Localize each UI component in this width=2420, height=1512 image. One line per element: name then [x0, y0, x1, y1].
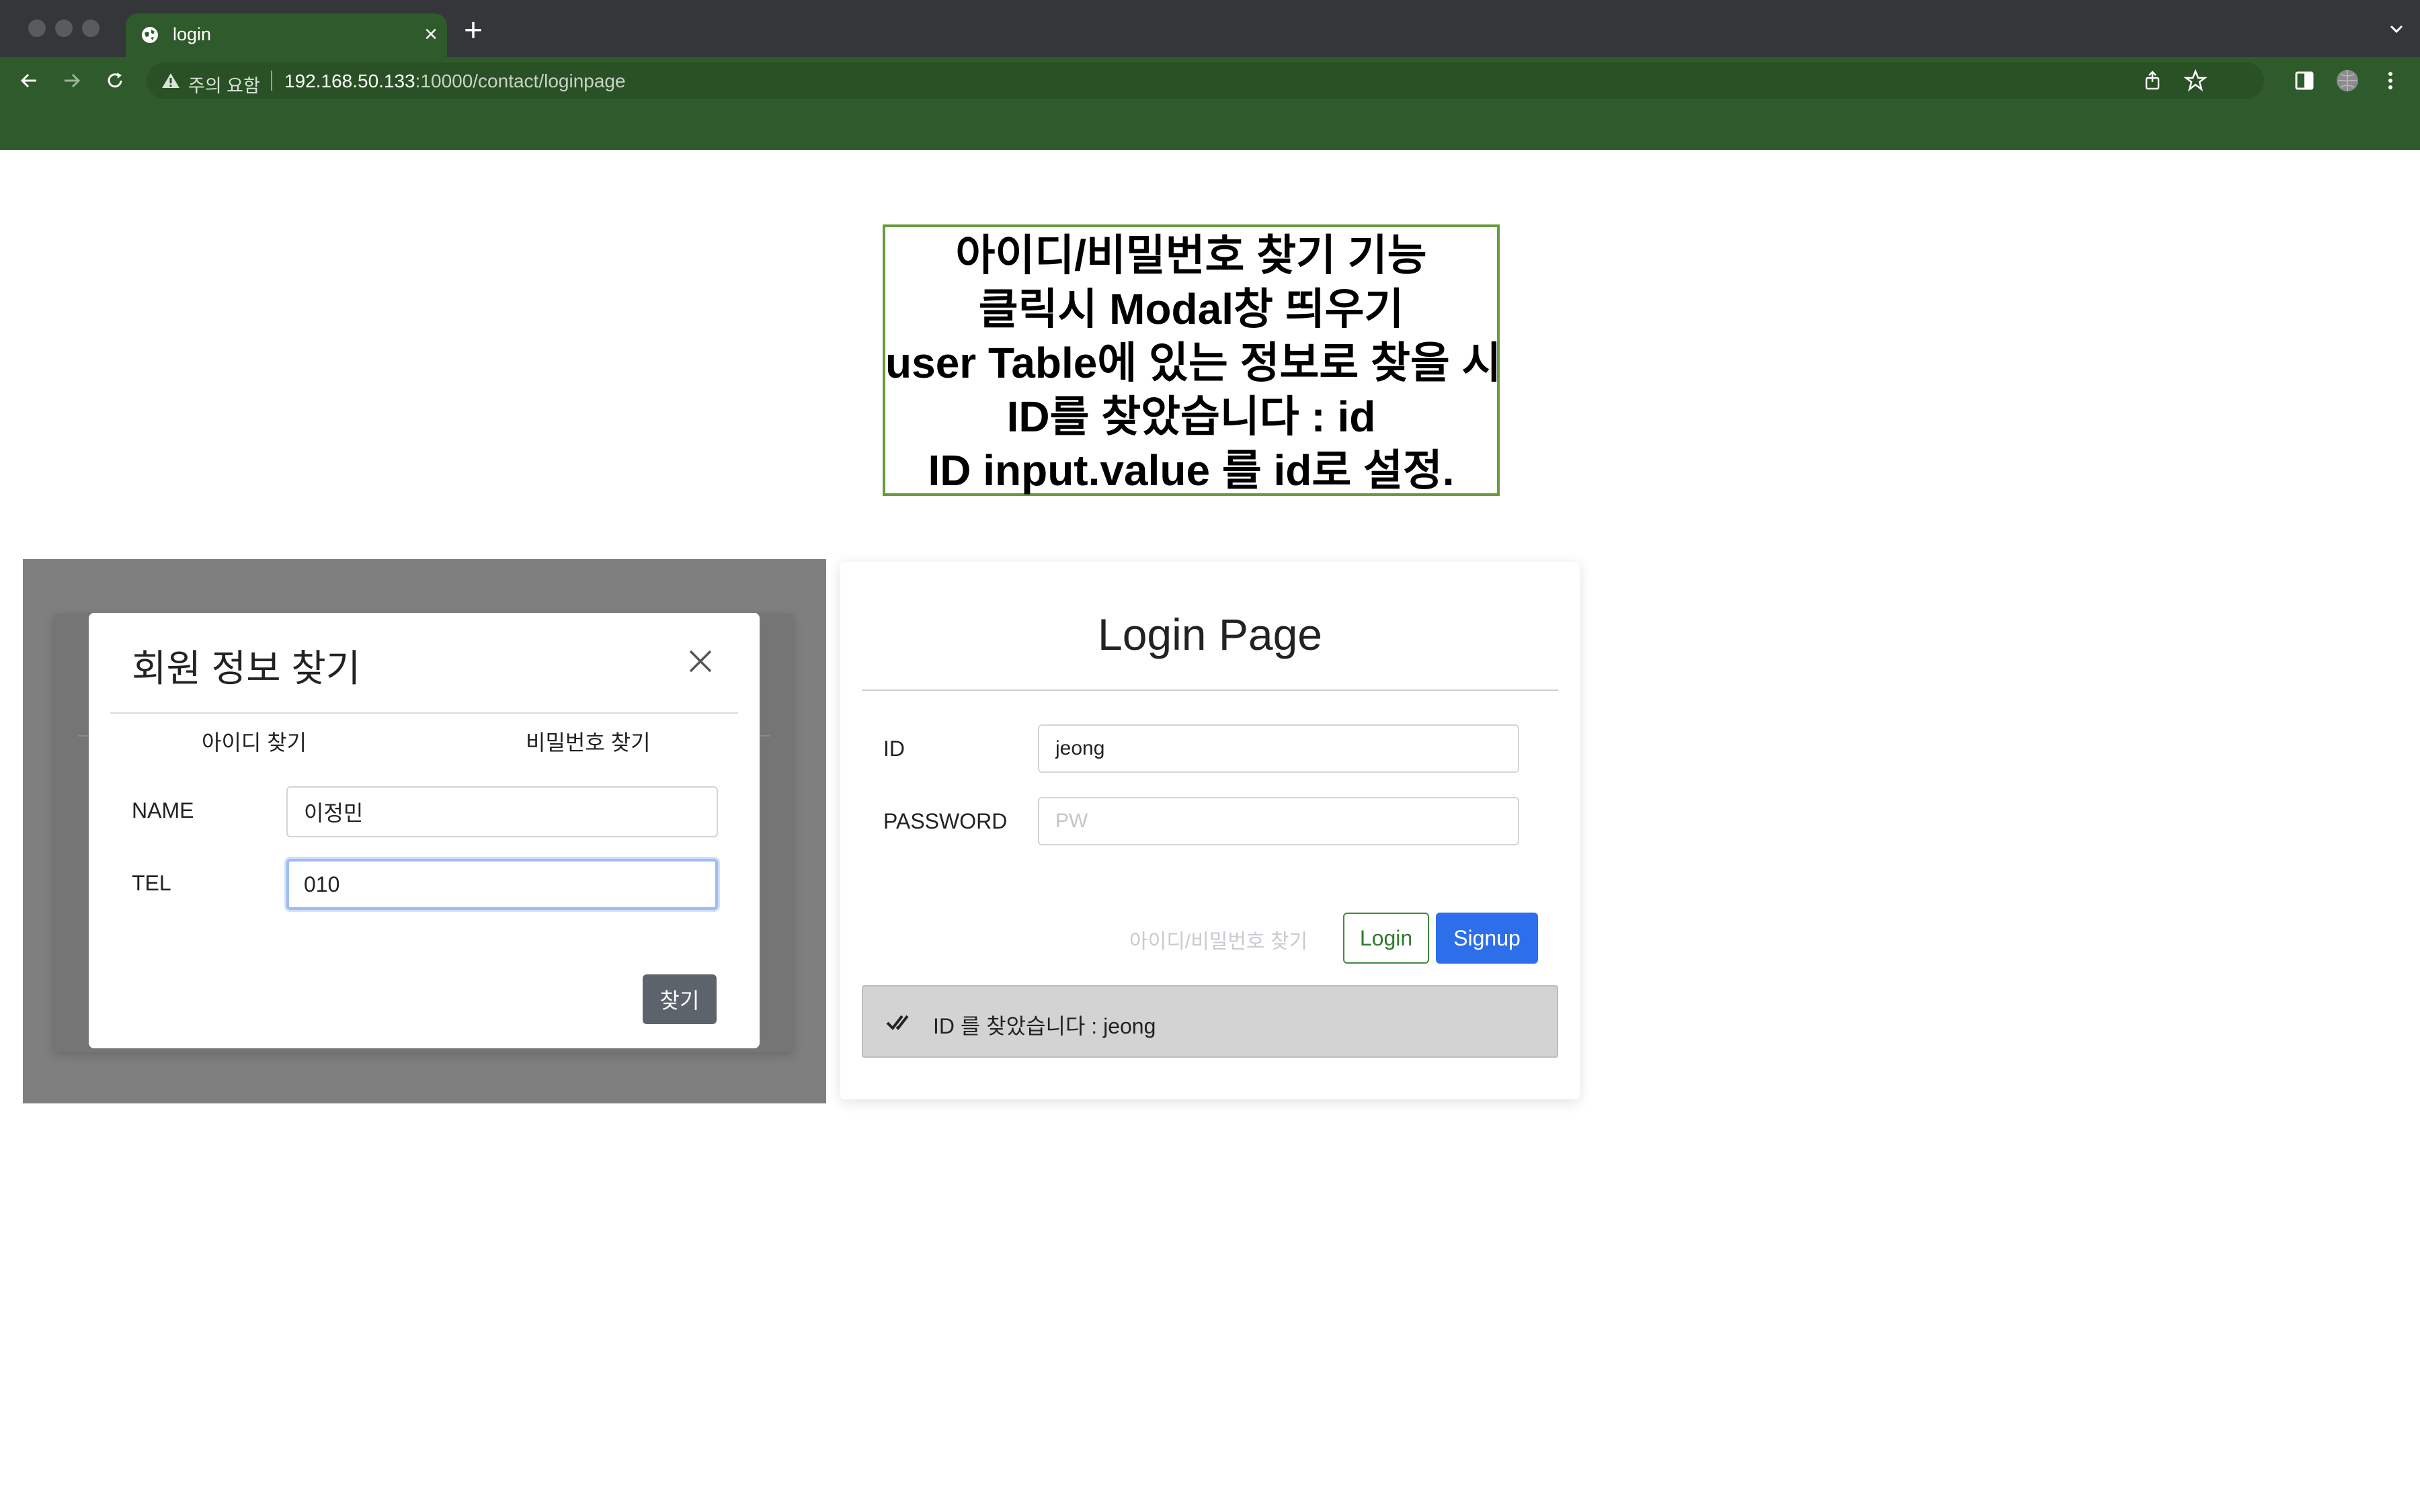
globe-icon — [142, 27, 158, 43]
feature-note: 아이디/비밀번호 찾기 기능 클릭시 Modal창 띄우기 user Table… — [883, 224, 1502, 496]
id-field[interactable] — [1038, 724, 1519, 773]
name-label: NAME — [132, 798, 194, 823]
id-label: ID — [883, 737, 905, 761]
signup-button[interactable]: Signup — [1436, 913, 1538, 964]
alert-text: ID 를 찾았습니다 : jeong — [933, 1014, 1156, 1038]
login-button[interactable]: Login — [1343, 913, 1429, 964]
window-zoom-dot[interactable] — [82, 19, 99, 37]
browser-tab-strip: login × + — [0, 0, 2420, 57]
new-tab-icon[interactable]: + — [464, 15, 483, 47]
warning-triangle-icon[interactable] — [161, 72, 180, 89]
reload-icon[interactable] — [104, 69, 126, 92]
name-field[interactable] — [286, 786, 718, 837]
note-line: 아이디/비밀번호 찾기 기능 — [955, 231, 1427, 280]
share-icon[interactable] — [2140, 69, 2165, 93]
address-bar[interactable]: 주의 요함 192.168.50.133:10000/contact/login… — [147, 62, 2264, 99]
tel-field[interactable] — [286, 859, 718, 910]
back-arrow-icon[interactable] — [17, 69, 40, 92]
note-line: ID input.value 를 id로 설정. — [928, 446, 1455, 495]
find-member-modal: 회원 정보 찾기 아이디 찾기 비밀번호 찾기 NAME TEL 찾기 — [89, 613, 760, 1048]
modal-title: 회원 정보 찾기 — [132, 647, 361, 689]
url-text[interactable]: 192.168.50.133:10000/contact/loginpage — [284, 71, 626, 92]
note-line: 클릭시 Modal창 띄우기 — [978, 285, 1404, 333]
window-close-dot[interactable] — [28, 19, 46, 37]
url-path: :10000/contact/loginpage — [415, 71, 626, 91]
close-icon[interactable] — [687, 648, 714, 675]
tab-find-password[interactable]: 비밀번호 찾기 — [526, 726, 651, 757]
forward-arrow-icon[interactable] — [61, 69, 83, 92]
browser-toolbar: 주의 요함 192.168.50.133:10000/contact/login… — [0, 57, 2420, 104]
side-panel-icon[interactable] — [2292, 69, 2316, 93]
tab-search-chevron-icon[interactable] — [2386, 19, 2407, 39]
bookmark-star-icon[interactable] — [2183, 69, 2208, 93]
find-id-password-link[interactable]: 아이디/비밀번호 찾기 — [1129, 925, 1307, 954]
password-label: PASSWORD — [883, 809, 1008, 833]
tel-label: TEL — [132, 871, 171, 895]
profile-avatar-icon[interactable] — [2335, 69, 2360, 93]
tab-find-id[interactable]: 아이디 찾기 — [202, 726, 307, 757]
tab-title: login — [173, 24, 212, 44]
double-check-icon — [886, 1015, 909, 1031]
modal-divider — [110, 712, 738, 714]
page-title: Login Page — [1098, 610, 1322, 659]
password-field[interactable] — [1038, 797, 1519, 845]
tab-close-icon[interactable]: × — [424, 22, 438, 47]
url-host: 192.168.50.133 — [284, 71, 415, 91]
find-button[interactable]: 찾기 — [643, 974, 717, 1024]
security-warning-label[interactable]: 주의 요함 — [188, 71, 260, 97]
browser-tab-login[interactable]: login × — [126, 13, 447, 57]
more-menu-icon[interactable] — [2378, 69, 2403, 93]
omnibox-separator — [271, 71, 272, 91]
login-card: Login Page ID PASSWORD 아이디/비밀번호 찾기 Login… — [840, 562, 1580, 1099]
note-line: ID를 찾았습니다 : id — [1006, 392, 1376, 441]
page-header-bar — [0, 104, 2420, 150]
note-line: user Table에 있는 정보로 찾을 시 — [885, 339, 1502, 387]
id-found-alert: ID 를 찾았습니다 : jeong — [862, 985, 1558, 1058]
window-minimize-dot[interactable] — [55, 19, 73, 37]
login-divider — [862, 689, 1558, 691]
